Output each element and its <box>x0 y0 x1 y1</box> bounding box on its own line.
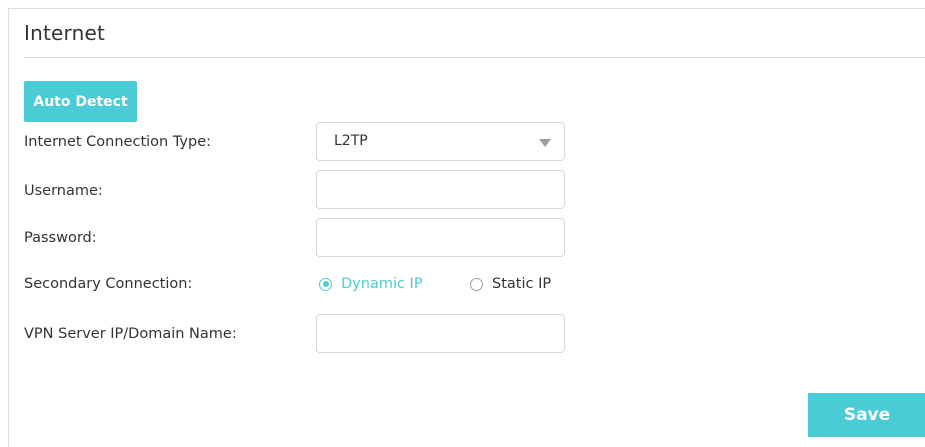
section-title: Internet <box>24 21 106 45</box>
radio-unchecked-icon[interactable] <box>470 277 483 291</box>
vpn-server-input[interactable] <box>316 314 565 353</box>
auto-detect-button[interactable]: Auto Detect <box>24 81 137 122</box>
radio-checked-icon[interactable] <box>319 277 332 291</box>
secondary-connection-label: Secondary Connection: <box>24 276 193 292</box>
connection-type-select[interactable]: L2TP <box>316 122 565 161</box>
vpn-server-label: VPN Server IP/Domain Name: <box>24 326 237 342</box>
radio-dynamic-ip[interactable]: Dynamic IP <box>319 276 423 292</box>
password-input[interactable] <box>316 218 565 257</box>
username-label: Username: <box>24 183 103 199</box>
password-label: Password: <box>24 230 97 246</box>
caret-down-icon <box>539 139 551 147</box>
internet-settings-panel: Internet Auto Detect Internet Connection… <box>8 8 925 447</box>
radio-static-ip[interactable]: Static IP <box>470 276 551 292</box>
connection-type-value: L2TP <box>334 133 368 149</box>
radio-dynamic-ip-label[interactable]: Dynamic IP <box>341 276 423 292</box>
radio-static-ip-label[interactable]: Static IP <box>492 276 551 292</box>
title-divider <box>24 57 925 58</box>
save-button[interactable]: Save <box>808 393 925 437</box>
username-input[interactable] <box>316 170 565 209</box>
connection-type-label: Internet Connection Type: <box>24 134 212 150</box>
